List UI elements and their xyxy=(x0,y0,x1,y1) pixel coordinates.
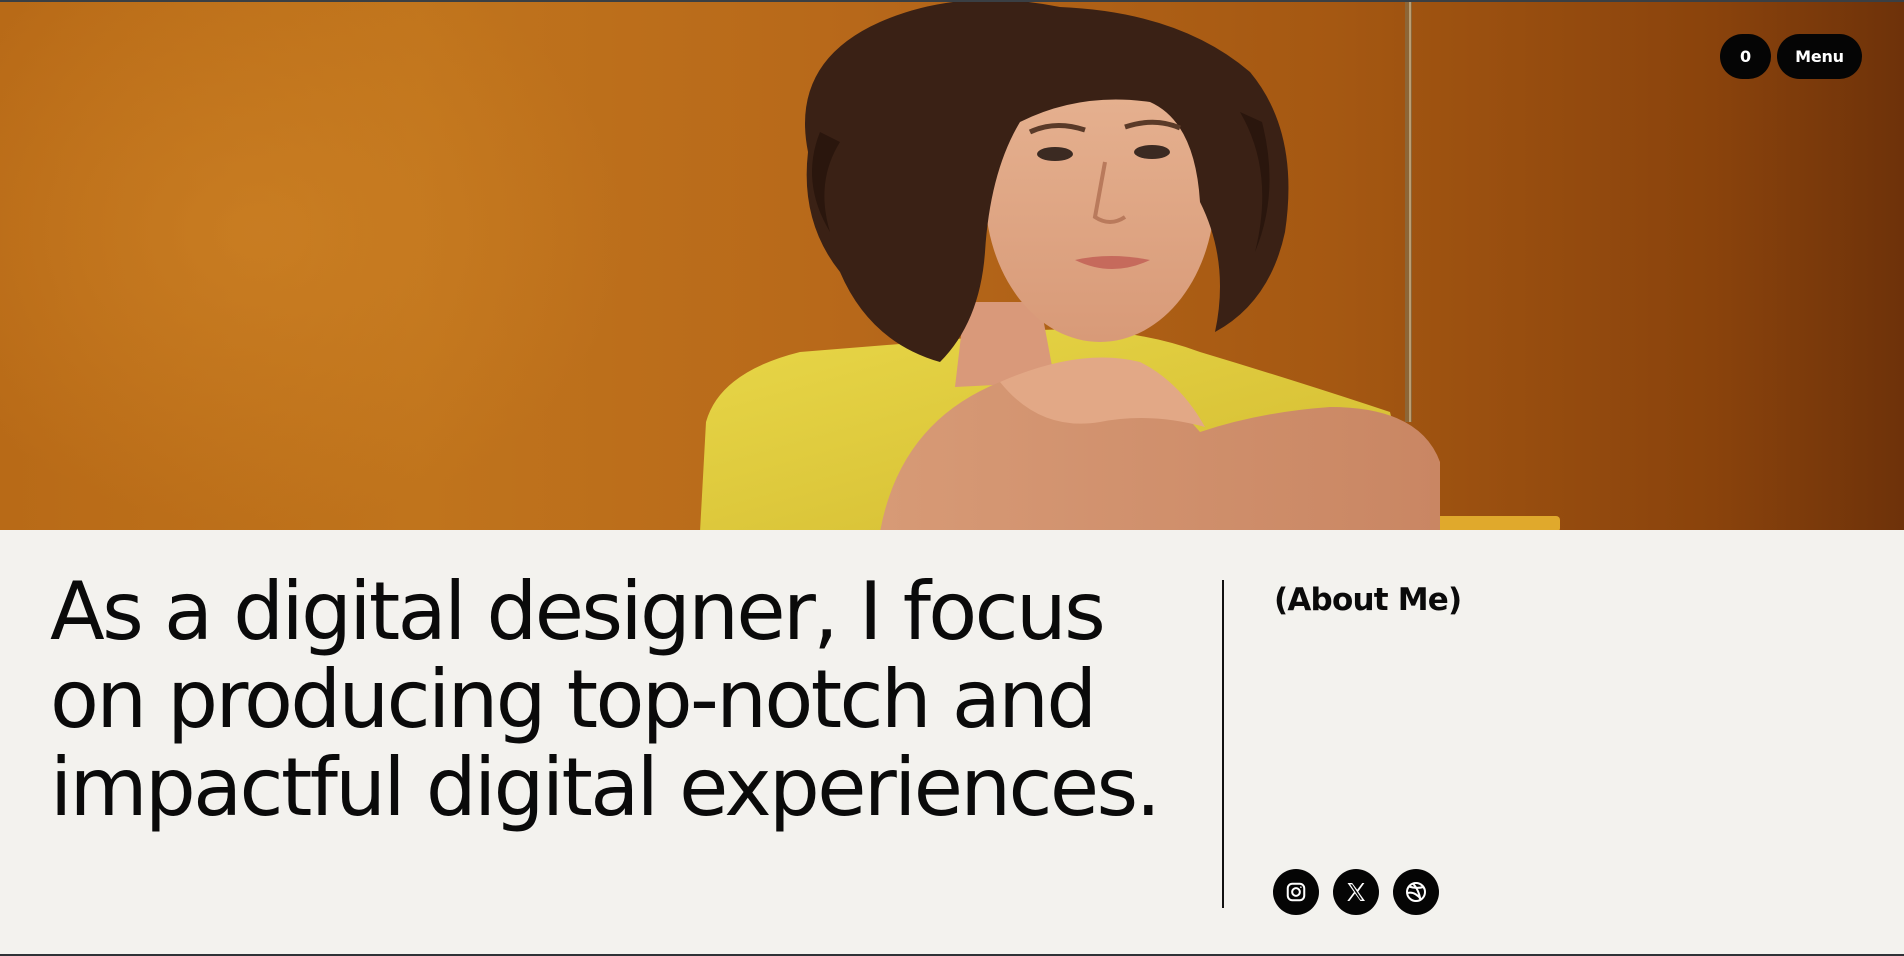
dribbble-icon[interactable] xyxy=(1393,869,1439,915)
top-controls: 0 Menu xyxy=(1720,34,1862,79)
portrait-photo xyxy=(700,2,1560,530)
x-icon[interactable] xyxy=(1333,869,1379,915)
intro-headline: As a digital designer, I focus on produc… xyxy=(50,565,1161,834)
cart-count-button[interactable]: 0 xyxy=(1720,34,1771,79)
page: 0 Menu As a digital designer, I focus on… xyxy=(0,0,1904,956)
social-links xyxy=(1273,869,1439,915)
about-me-label: (About Me) xyxy=(1274,582,1462,618)
hero-image: 0 Menu xyxy=(0,0,1904,530)
menu-button[interactable]: Menu xyxy=(1777,34,1862,79)
about-section: As a digital designer, I focus on produc… xyxy=(0,530,1904,956)
vertical-divider xyxy=(1222,580,1224,908)
instagram-icon[interactable] xyxy=(1273,869,1319,915)
